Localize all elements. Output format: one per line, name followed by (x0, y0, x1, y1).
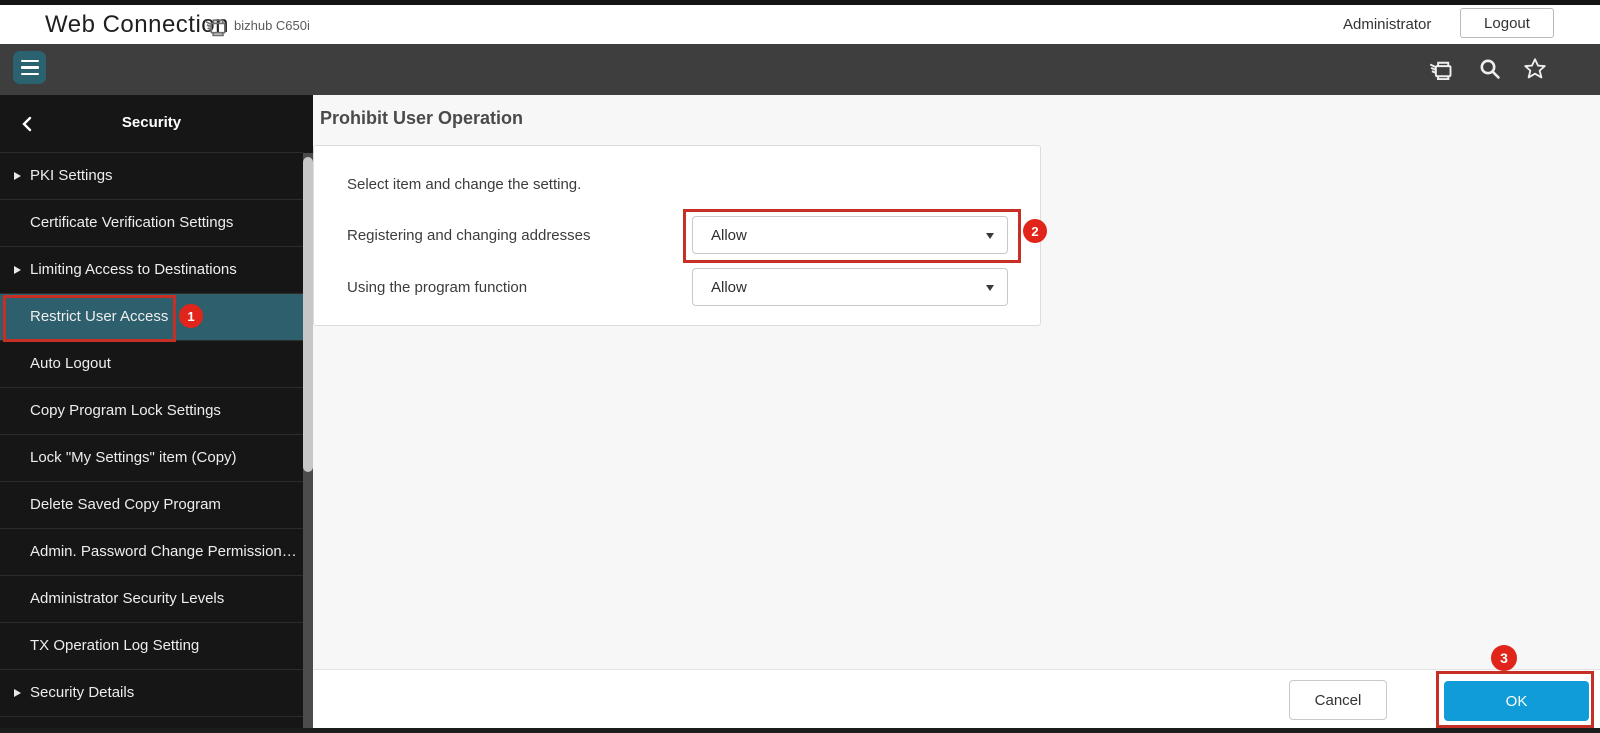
copier-icon (205, 19, 226, 37)
toolbar (0, 44, 1600, 95)
web-connection-logo: Web Connection (45, 11, 229, 38)
expand-triangle-icon (14, 689, 21, 697)
logout-button[interactable]: Logout (1460, 8, 1554, 38)
chevron-down-icon (986, 285, 994, 291)
annotation-badge-3: 3 (1491, 645, 1517, 671)
sidebar-item-tx-operation-log-setting[interactable]: TX Operation Log Setting (0, 623, 303, 670)
cancel-button[interactable]: Cancel (1289, 680, 1387, 720)
sidebar-item-security-details[interactable]: Security Details (0, 670, 303, 717)
page-title: Prohibit User Operation (320, 108, 524, 128)
security-sidebar: Security PKI Settings Certificate Verifi… (0, 95, 303, 733)
sidebar-header: Security (0, 95, 303, 153)
instruction-text: Select item and change the setting. (347, 176, 582, 193)
ok-button[interactable]: OK (1444, 681, 1589, 721)
search-icon[interactable] (1476, 55, 1504, 83)
sidebar-item-auto-logout[interactable]: Auto Logout (0, 341, 303, 388)
sidebar-item-pki-settings[interactable]: PKI Settings (0, 153, 303, 200)
program-function-dropdown[interactable]: Allow (692, 268, 1008, 306)
setting-label-registering-addresses: Registering and changing addresses (347, 227, 591, 244)
device-name: bizhub C650i (234, 18, 310, 33)
main-content: Prohibit User Operation Select item and … (313, 95, 1600, 669)
chevron-down-icon (986, 233, 994, 239)
sidebar-item-lock-my-settings-item-copy[interactable]: Lock "My Settings" item (Copy) (0, 435, 303, 482)
device-status-icon[interactable] (1427, 55, 1455, 83)
menu-button[interactable] (13, 51, 46, 84)
sidebar-item-limiting-access-to-destinations[interactable]: Limiting Access to Destinations (0, 247, 303, 294)
expand-triangle-icon (14, 266, 21, 274)
annotation-badge-2: 2 (1023, 219, 1047, 243)
registering-addresses-dropdown[interactable]: Allow (692, 216, 1008, 254)
setting-label-program-function: Using the program function (347, 279, 528, 296)
sidebar-item-administrator-security-levels[interactable]: Administrator Security Levels (0, 576, 303, 623)
scrollbar-track[interactable] (303, 153, 313, 733)
sidebar-item-restrict-user-access[interactable]: Restrict User Access (0, 294, 303, 341)
expand-triangle-icon (14, 172, 21, 180)
dropdown-selected-value: Allow (711, 278, 747, 296)
annotation-badge-1: 1 (179, 304, 203, 328)
dropdown-selected-value: Allow (711, 226, 747, 244)
web-connection-page: Web Connection bizhub C650i Administrato… (0, 0, 1600, 733)
action-footer: Cancel OK (313, 669, 1600, 728)
settings-card: Select item and change the setting. Regi… (313, 145, 1041, 326)
sidebar-item-admin-password-change-permission[interactable]: Admin. Password Change Permission… (0, 529, 303, 576)
window-bottom-edge (0, 728, 1600, 733)
sidebar-title: Security (121, 114, 182, 131)
sidebar-item-delete-saved-copy-program[interactable]: Delete Saved Copy Program (0, 482, 303, 529)
logged-in-user: Administrator (1343, 16, 1432, 33)
top-bar: Web Connection bizhub C650i Administrato… (0, 5, 1600, 44)
sidebar-item-copy-program-lock-settings[interactable]: Copy Program Lock Settings (0, 388, 303, 435)
sidebar-scrollbar (303, 95, 313, 733)
sidebar-item-certificate-verification-settings[interactable]: Certificate Verification Settings (0, 200, 303, 247)
menu-icon (20, 59, 39, 63)
sidebar-nav: PKI Settings Certificate Verification Se… (0, 153, 303, 717)
scrollbar-thumb[interactable] (303, 157, 313, 472)
favorites-star-icon[interactable] (1521, 55, 1549, 83)
